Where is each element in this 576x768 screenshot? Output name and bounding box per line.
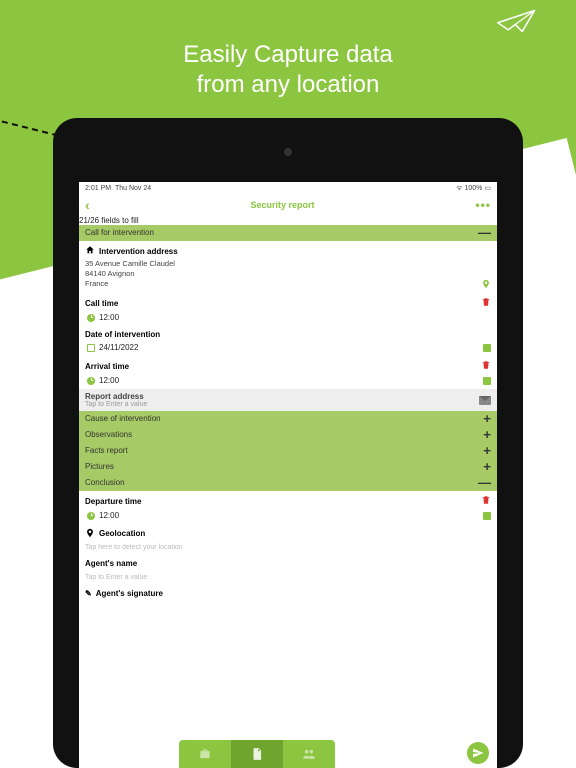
- home-icon: [85, 245, 95, 257]
- field-call-time-header: Call time: [79, 293, 497, 313]
- back-button[interactable]: ‹: [85, 197, 90, 213]
- progress-subtitle: 21/26 fields to fill: [79, 216, 497, 225]
- section-conclusion[interactable]: Conclusion—: [79, 475, 497, 491]
- field-call-time-value[interactable]: 12:00: [79, 313, 497, 326]
- field-agents-signature[interactable]: ✎ Agent's signature: [79, 585, 497, 602]
- paper-plane-icon: [496, 6, 538, 41]
- trash-icon[interactable]: [481, 495, 491, 507]
- field-arrival-value[interactable]: 12:00: [79, 376, 497, 389]
- status-bar: 2:01 PM Thu Nov 24 ᯤ 100% ▭: [79, 182, 497, 194]
- mail-icon: [479, 396, 491, 405]
- promo-headline: Easily Capture data from any location: [0, 40, 576, 100]
- app-screen: 2:01 PM Thu Nov 24 ᯤ 100% ▭ ‹ Security r…: [79, 182, 497, 768]
- bottom-bar: [79, 740, 497, 768]
- wifi-icon: ᯤ: [456, 184, 462, 193]
- pen-icon: ✎: [85, 589, 92, 598]
- expand-icon: +: [483, 414, 491, 424]
- expand-icon: +: [483, 430, 491, 440]
- trash-icon[interactable]: [481, 297, 491, 309]
- tab-users[interactable]: [283, 740, 335, 768]
- page-title: Security report: [251, 200, 315, 210]
- expand-icon: +: [483, 446, 491, 456]
- collapse-icon: —: [478, 478, 491, 488]
- section-pictures[interactable]: Pictures+: [79, 459, 497, 475]
- section-call-for-intervention[interactable]: Call for intervention —: [79, 225, 497, 241]
- field-departure-header: Departure time: [79, 491, 497, 511]
- navbar: ‹ Security report •••: [79, 194, 497, 216]
- agents-name-hint: Tap to Enter a value: [79, 572, 497, 585]
- tablet-camera: [284, 148, 292, 156]
- calendar-action-icon[interactable]: [483, 377, 491, 385]
- tab-form[interactable]: [231, 740, 283, 768]
- map-pin-icon[interactable]: [481, 279, 491, 289]
- trash-icon[interactable]: [481, 360, 491, 372]
- tab-briefcase[interactable]: [179, 740, 231, 768]
- more-button[interactable]: •••: [475, 198, 491, 212]
- field-geolocation[interactable]: Geolocation: [79, 524, 497, 542]
- send-button[interactable]: [467, 742, 489, 764]
- field-report-address[interactable]: Report address Tap to Enter a value: [79, 389, 497, 411]
- field-arrival-header: Arrival time: [79, 356, 497, 376]
- section-facts[interactable]: Facts report+: [79, 443, 497, 459]
- field-date-header: Date of intervention: [79, 326, 497, 343]
- field-date-value[interactable]: 24/11/2022: [79, 343, 497, 356]
- location-pin-icon: [85, 528, 95, 538]
- clock-icon: [87, 377, 95, 385]
- expand-icon: +: [483, 462, 491, 472]
- section-observations[interactable]: Observations+: [79, 427, 497, 443]
- geolocation-hint: Tap here to detect your location: [79, 542, 497, 555]
- calendar-action-icon[interactable]: [483, 512, 491, 520]
- section-cause[interactable]: Cause of intervention+: [79, 411, 497, 427]
- clock-icon: [87, 512, 95, 520]
- collapse-icon: —: [478, 228, 491, 238]
- battery-icon: ▭: [484, 184, 491, 192]
- field-departure-value[interactable]: 12:00: [79, 511, 497, 524]
- field-agents-name[interactable]: Agent's name: [79, 555, 497, 572]
- clock-icon: [87, 314, 95, 322]
- tablet-frame: 2:01 PM Thu Nov 24 ᯤ 100% ▭ ‹ Security r…: [53, 118, 523, 768]
- calendar-action-icon[interactable]: [483, 344, 491, 352]
- field-intervention-address[interactable]: Intervention address 35 Avenue Camille C…: [79, 241, 497, 293]
- calendar-icon: [87, 344, 95, 352]
